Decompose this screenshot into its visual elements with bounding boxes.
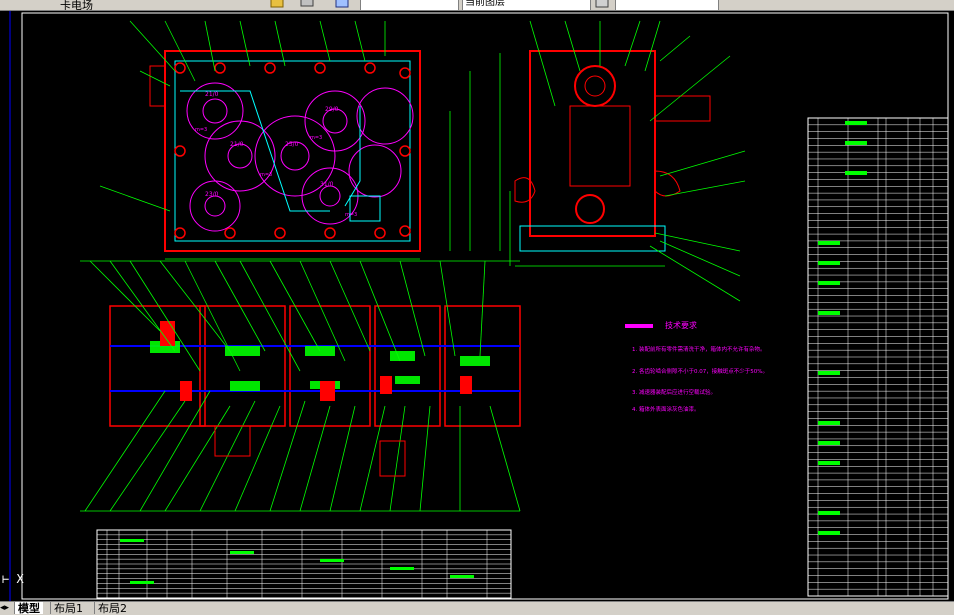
- tech-req-item: 4. 箱体外表面涂灰色油漆。: [632, 405, 700, 413]
- title-block-table[interactable]: [96, 529, 512, 599]
- drawing-canvas[interactable]: 21/0 21/0 23/0 25/0 29/0 31/0 m=3 m=3 m=…: [0, 11, 954, 601]
- svg-text:21/0: 21/0: [205, 91, 219, 98]
- svg-text:31/0: 31/0: [320, 181, 334, 188]
- tab-scroll-arrows[interactable]: ◂▸: [0, 602, 10, 615]
- print-icon[interactable]: [300, 0, 314, 8]
- tab-layout1[interactable]: 布局1: [50, 602, 86, 615]
- module-labels: m=3 m=3 m=3 m=3: [195, 127, 357, 218]
- cad-toolbar: 卡电场 当前图层: [0, 0, 954, 11]
- tab-layout2[interactable]: 布局2: [94, 602, 130, 615]
- tech-req-item: 2. 各齿轮啮合侧隙不小于0.07，接触斑点不少于50%。: [632, 367, 768, 375]
- layer-name-field[interactable]: 当前图层: [462, 0, 591, 10]
- properties-icon[interactable]: [595, 0, 609, 8]
- tech-req-heading: 技术要求: [665, 320, 697, 330]
- svg-text:25/0: 25/0: [285, 141, 299, 148]
- ucs-icon: ⊢ X: [2, 572, 24, 586]
- save-icon[interactable]: [270, 0, 284, 8]
- layer-icon[interactable]: [335, 0, 349, 8]
- layout-tabs: ◂▸ 模型 布局1 布局2: [0, 601, 954, 615]
- gear-labels: 21/0 21/0 23/0 25/0 29/0 31/0: [205, 91, 339, 198]
- gearbox-side-view[interactable]: [509, 20, 746, 302]
- tech-req-item: 3. 减速器装配后应进行空载试验。: [632, 388, 716, 396]
- svg-text:29/0: 29/0: [325, 106, 339, 113]
- svg-text:m=3: m=3: [260, 172, 272, 178]
- gearbox-front-view[interactable]: 21/0 21/0 23/0 25/0 29/0 31/0 m=3 m=3 m=…: [149, 50, 501, 260]
- linetype-dropdown[interactable]: [615, 0, 719, 10]
- tech-req-item: 1. 装配前所有零件需清洗干净，箱体内不允许有杂物。: [632, 345, 766, 353]
- document-title: 卡电场: [60, 0, 93, 11]
- layer-dropdown[interactable]: [360, 0, 459, 10]
- svg-text:m=3: m=3: [195, 127, 207, 133]
- svg-text:21/0: 21/0: [230, 141, 244, 148]
- svg-text:23/0: 23/0: [205, 191, 219, 198]
- svg-text:m=3: m=3: [345, 212, 357, 218]
- tech-requirements: 技术要求 1. 装配前所有零件需清洗干净，箱体内不允许有杂物。 2. 各齿轮啮合…: [625, 320, 768, 413]
- svg-text:m=3: m=3: [310, 135, 322, 141]
- parts-list-table[interactable]: [807, 117, 949, 597]
- tab-model[interactable]: 模型: [14, 602, 43, 615]
- section-views[interactable]: [80, 260, 521, 512]
